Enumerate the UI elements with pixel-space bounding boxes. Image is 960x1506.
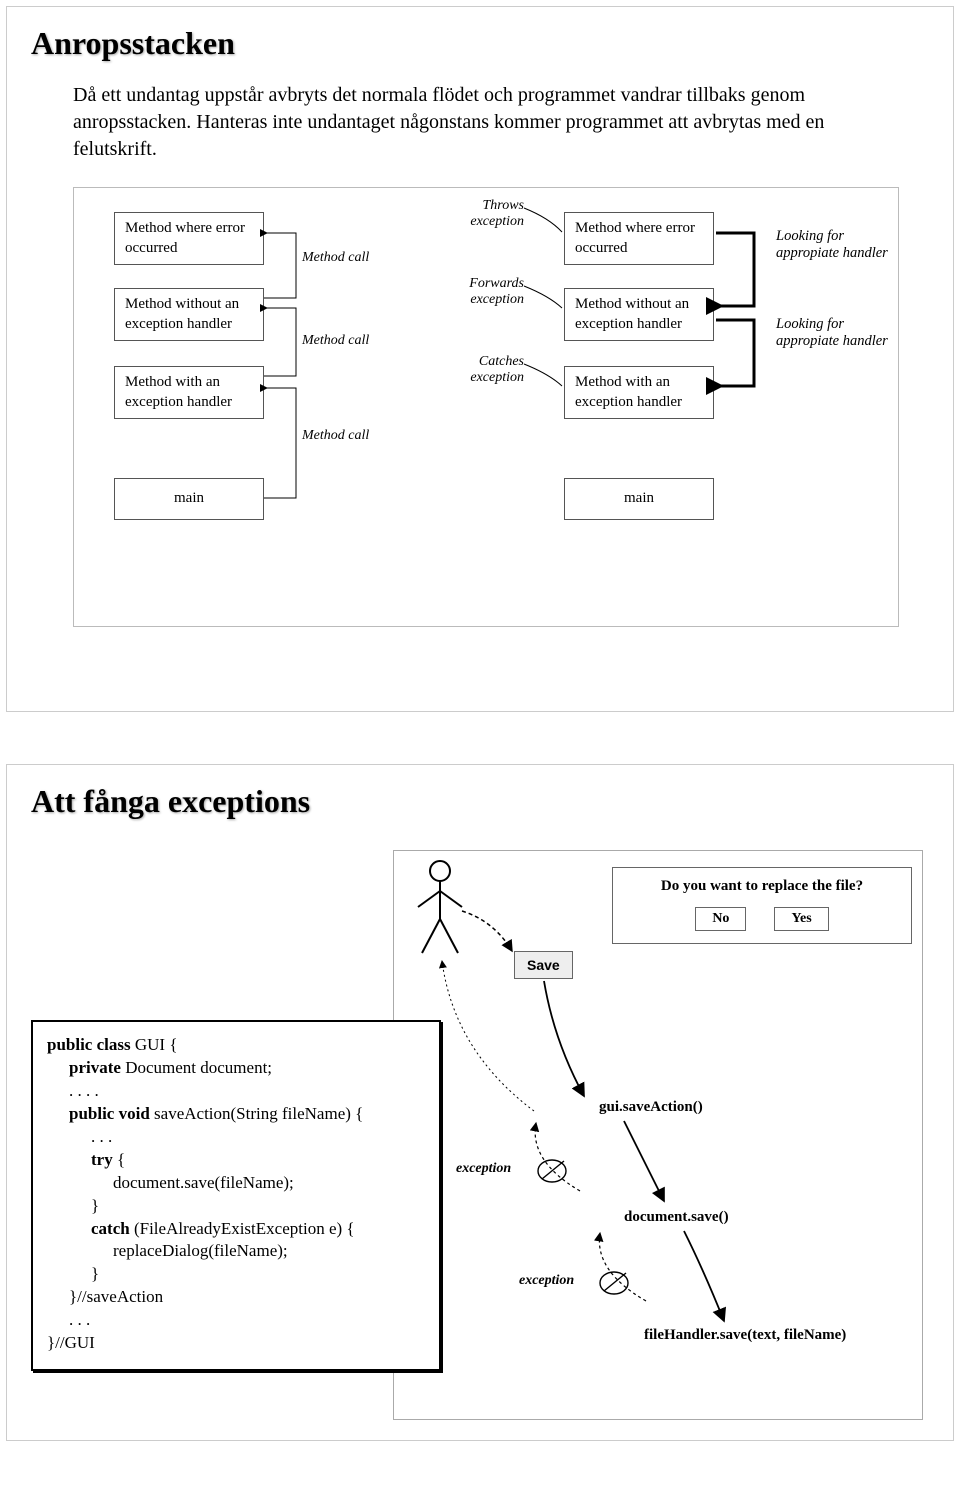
kw-public-class: public class: [47, 1035, 131, 1054]
code-text: document.save(fileName);: [113, 1172, 425, 1195]
code-text: replaceDialog(fileName);: [113, 1240, 425, 1263]
kw-public-void: public void: [69, 1104, 150, 1123]
code-text: GUI {: [131, 1035, 178, 1054]
method-call-label-1: Method call: [302, 250, 369, 266]
code-text: }: [91, 1195, 425, 1218]
right-label-catches: Catches exception: [444, 354, 524, 386]
method-call-label-2: Method call: [302, 333, 369, 349]
looking-label-2: Looking for appropiate handler: [776, 316, 898, 351]
slide-anropsstacken: Anropsstacken Då ett undantag uppstår av…: [6, 6, 954, 712]
code-text: saveAction(String fileName) {: [150, 1104, 364, 1123]
code-box: public class GUI { private Document docu…: [31, 1020, 441, 1371]
kw-catch: catch: [91, 1219, 130, 1238]
code-text: }//saveAction: [69, 1286, 425, 1309]
code-text: . . . .: [69, 1080, 425, 1103]
left-arrows-svg: [74, 188, 404, 588]
call-filehandler-save: fileHandler.save(text, fileName): [644, 1327, 846, 1344]
call-stack-diagram: Method where error occurred Method witho…: [73, 187, 899, 627]
kw-try: try: [91, 1150, 113, 1169]
method-call-label-3: Method call: [302, 428, 369, 444]
right-box-error: Method where error occurred: [564, 212, 714, 265]
slide-title: Anropsstacken: [31, 25, 929, 62]
kw-private: private: [69, 1058, 121, 1077]
right-box-main: main: [564, 478, 714, 520]
looking-label-1: Looking for appropiate handler: [776, 228, 898, 263]
right-box-with-handler: Method with an exception handler: [564, 366, 714, 419]
code-text: }: [91, 1263, 425, 1286]
flow-diagram: Save Do you want to replace the file? No…: [393, 850, 923, 1420]
slide-body-text: Då ett undantag uppstår avbryts det norm…: [73, 82, 853, 163]
code-text: Document document;: [121, 1058, 272, 1077]
slide2-title: Att fånga exceptions: [31, 783, 929, 820]
code-text: }//GUI: [47, 1332, 425, 1355]
exception-label-2: exception: [456, 1161, 511, 1177]
code-text: (FileAlreadyExistException e) {: [130, 1219, 355, 1238]
right-label-connectors: [514, 188, 574, 448]
slide-catch-exceptions: Att fånga exceptions public class GUI { …: [6, 764, 954, 1441]
code-text: {: [113, 1150, 125, 1169]
code-text: . . .: [69, 1309, 425, 1332]
slide2-content: public class GUI { private Document docu…: [31, 850, 929, 1430]
right-label-forwards: Forwards exception: [444, 276, 524, 308]
right-box-no-handler: Method without an exception handler: [564, 288, 714, 341]
call-gui-saveaction: gui.saveAction(): [599, 1099, 703, 1116]
exception-label-1: exception: [519, 1273, 574, 1289]
right-label-throws: Throws exception: [444, 198, 524, 230]
code-text: . . .: [91, 1126, 425, 1149]
call-document-save: document.save(): [624, 1209, 729, 1226]
